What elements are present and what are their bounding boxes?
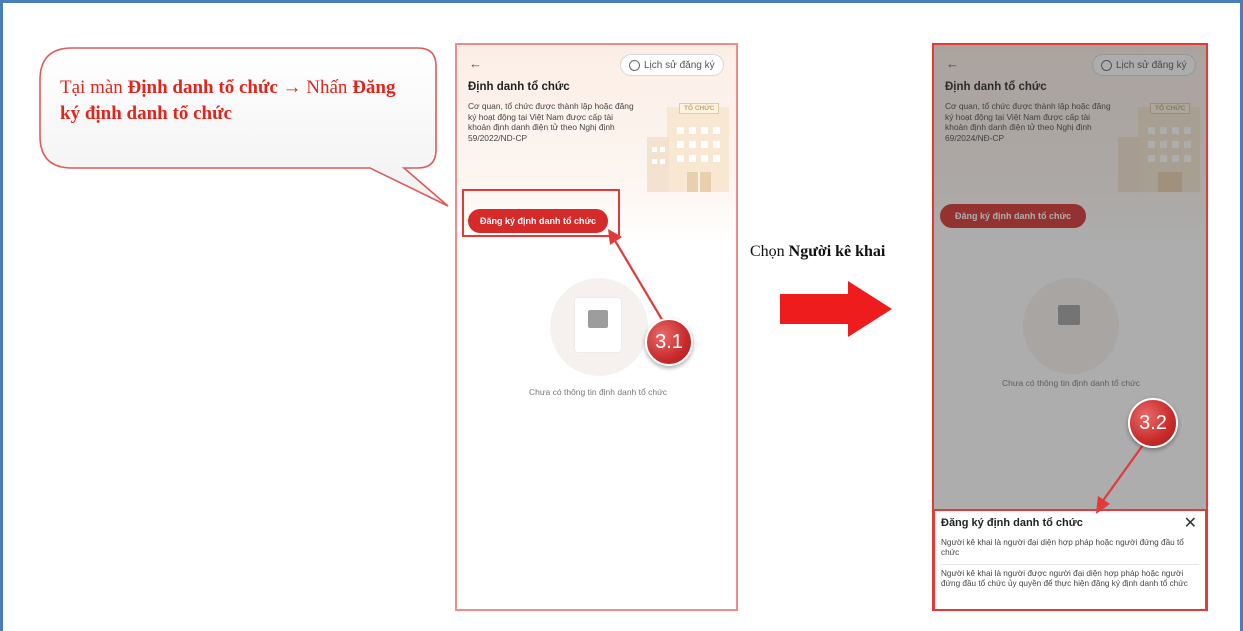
history-button[interactable]: Lịch sử đăng ký [620,54,724,76]
phone-screenshot-1: ← Lịch sử đăng ký Định danh tổ chức Cơ q… [455,43,738,611]
back-arrow-icon[interactable]: ← [469,56,482,71]
step-badge-3-2: 3.2 [1128,398,1178,448]
big-arrow-right-icon [780,281,892,337]
highlight-register-button [462,189,620,237]
callout-prefix: Tại màn [60,77,128,98]
middle-instruction-prefix: Chọn [750,243,789,260]
empty-state-text: Chưa có thông tin định danh tổ chức [528,387,668,397]
building-sign: TỔ CHỨC [679,103,720,114]
step-badge-3-1: 3.1 [645,318,693,366]
middle-instruction: Chọn Người kê khai [750,243,885,261]
highlight-bottom-sheet [933,509,1207,611]
callout-action: Nhấn [306,77,353,98]
history-label: Lịch sử đăng ký [644,59,715,71]
clock-icon [629,59,640,71]
page-description: Cơ quan, tổ chức được thành lập hoặc đăn… [468,101,634,143]
middle-instruction-option: Người kê khai [788,243,886,260]
callout-instruction: Tại màn Định danh tổ chức → Nhấn Đăng ký… [60,75,420,127]
page-title: Định danh tổ chức [468,81,570,93]
callout-screen-name: Định danh tổ chức [127,77,278,98]
callout-arrow: → [277,77,307,98]
